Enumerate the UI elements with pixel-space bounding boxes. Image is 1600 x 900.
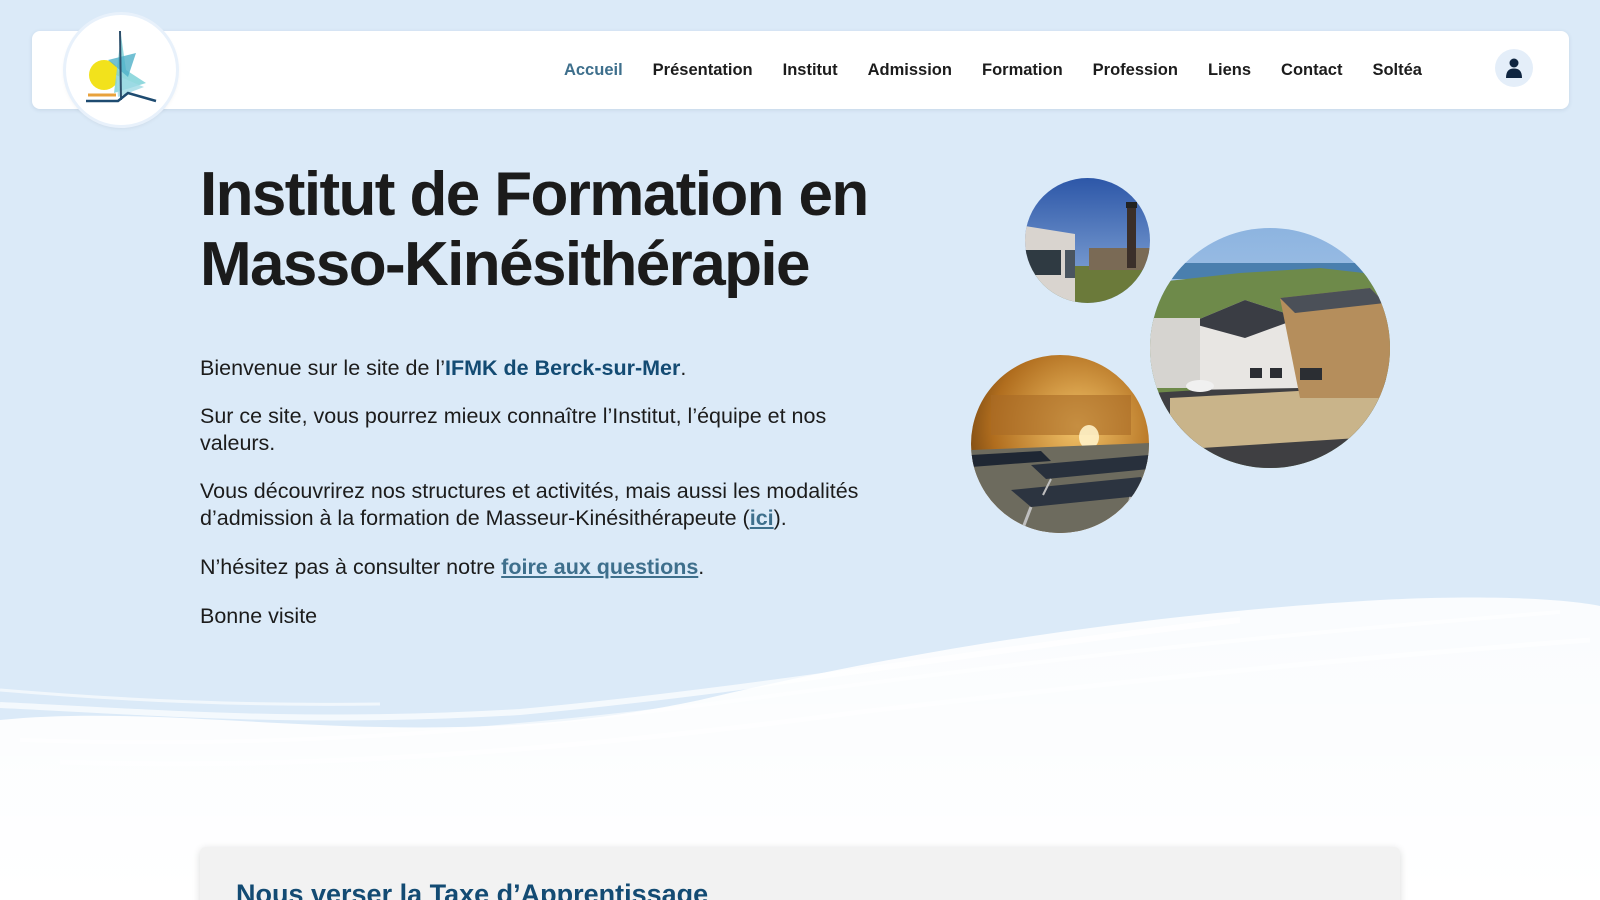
nav-item-admission[interactable]: Admission	[853, 61, 967, 80]
lighthouse-image	[1025, 178, 1150, 303]
building-image	[1150, 228, 1390, 468]
faq-text: N’hésitez pas à consulter notre	[200, 555, 502, 579]
nav-item-accueil[interactable]: Accueil	[549, 61, 638, 80]
nav-item-institut[interactable]: Institut	[768, 61, 853, 80]
admission-suffix: ).	[773, 506, 787, 530]
institute-building-photo	[1150, 228, 1390, 468]
faq-suffix: .	[698, 555, 705, 579]
closing-paragraph: Bonne visite	[200, 604, 318, 628]
welcome-paragraph: Bienvenue sur le site de l’IFMK de Berck…	[200, 355, 900, 382]
page-title-line-2: Masso-Kinésithérapie	[200, 230, 810, 299]
faq-link[interactable]: foire aux questions	[501, 555, 698, 579]
admission-link[interactable]: ici	[750, 506, 774, 530]
treatment-room-image	[971, 355, 1149, 533]
welcome-suffix: .	[680, 356, 687, 380]
logo-graphic	[86, 30, 157, 103]
site-logo[interactable]	[66, 15, 176, 125]
page-title: Institut de Formation en Masso-Kinésithé…	[200, 160, 900, 300]
card-title: Nous verser la Taxe d’Apprentissage	[236, 879, 709, 900]
user-icon	[1506, 58, 1522, 78]
ifmk-name: IFMK de Berck-sur-Mer	[445, 356, 681, 380]
nav-item-formation[interactable]: Formation	[967, 61, 1078, 80]
apprenticeship-tax-card: Nous verser la Taxe d’Apprentissage	[200, 847, 1400, 900]
nav-item-profession[interactable]: Profession	[1078, 61, 1193, 80]
hero-section: Institut de Formation en Masso-Kinésithé…	[200, 160, 900, 628]
nav-item-contact[interactable]: Contact	[1266, 61, 1357, 80]
nav-item-presentation[interactable]: Présentation	[638, 61, 768, 80]
treatment-room-photo	[971, 355, 1149, 533]
lighthouse-photo	[1025, 178, 1150, 303]
intro-paragraph: Sur ce site, vous pourrez mieux connaîtr…	[200, 404, 827, 455]
main-nav: Accueil Présentation Institut Admission …	[549, 31, 1437, 109]
nav-item-soltea[interactable]: Soltéa	[1357, 61, 1437, 80]
faq-paragraph: N’hésitez pas à consulter notre foire au…	[200, 554, 900, 581]
welcome-text: Bienvenue sur le site de l’	[200, 356, 446, 380]
admission-paragraph: Vous découvrirez nos structures et activ…	[200, 478, 900, 532]
user-account-button[interactable]	[1495, 49, 1533, 87]
nav-item-liens[interactable]: Liens	[1193, 61, 1266, 80]
site-header: Accueil Présentation Institut Admission …	[32, 31, 1569, 109]
page-title-line-1: Institut de Formation en	[200, 160, 869, 229]
